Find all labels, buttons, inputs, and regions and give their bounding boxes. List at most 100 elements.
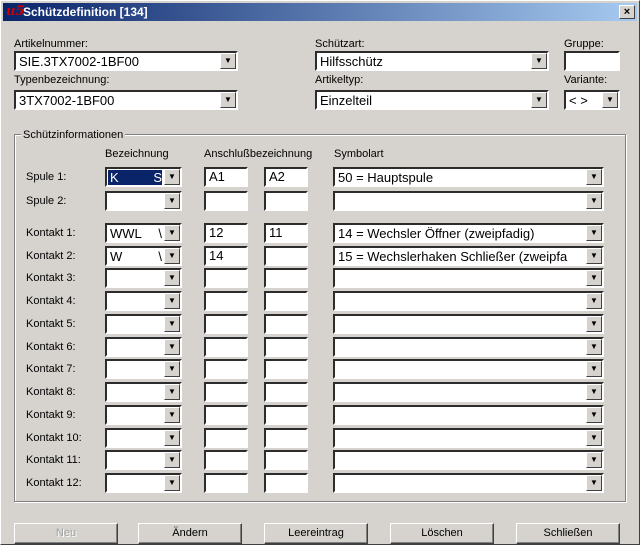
chevron-down-icon[interactable]: ▼	[602, 92, 618, 108]
anschluss-1-input[interactable]	[204, 337, 248, 357]
bezeichnung-combo[interactable]: ▼	[105, 359, 182, 379]
chevron-down-icon[interactable]: ▼	[586, 475, 602, 491]
artikeltyp-combo[interactable]: Einzelteil ▼	[315, 90, 549, 110]
loeschen-button[interactable]: Löschen	[390, 523, 494, 544]
chevron-down-icon[interactable]: ▼	[220, 92, 236, 108]
anschluss-1-input[interactable]	[204, 382, 248, 402]
anschluss-1-input[interactable]	[204, 191, 248, 211]
anschluss-2-input[interactable]	[264, 291, 308, 311]
anschluss-2-input[interactable]	[264, 314, 308, 334]
symbolart-combo[interactable]: ▼	[333, 405, 604, 425]
bezeichnung-combo[interactable]: ▼	[105, 337, 182, 357]
symbolart-combo[interactable]: ▼	[333, 428, 604, 448]
symbolart-combo[interactable]: 50 = Hauptspule ▼	[333, 167, 604, 187]
bezeichnung-combo[interactable]: ▼	[105, 405, 182, 425]
bezeichnung-combo[interactable]: ▼	[105, 473, 182, 493]
chevron-down-icon[interactable]: ▼	[164, 361, 180, 377]
chevron-down-icon[interactable]: ▼	[531, 53, 547, 69]
symbolart-combo[interactable]: 14 = Wechsler Öffner (zweipfadig) ▼	[333, 223, 604, 243]
symbolart-combo[interactable]: ▼	[333, 314, 604, 334]
typenbezeichnung-combo[interactable]: 3TX7002-1BF00 ▼	[14, 90, 238, 110]
anschluss-2-input[interactable]	[264, 268, 308, 288]
symbolart-combo[interactable]: ▼	[333, 450, 604, 470]
symbolart-combo[interactable]: ▼	[333, 337, 604, 357]
bezeichnung-combo[interactable]: ▼	[105, 382, 182, 402]
symbolart-combo[interactable]: 15 = Wechslerhaken Schließer (zweipfa ▼	[333, 246, 604, 266]
chevron-down-icon[interactable]: ▼	[164, 169, 180, 185]
bezeichnung-combo[interactable]: KS ▼	[105, 167, 182, 187]
chevron-down-icon[interactable]: ▼	[531, 92, 547, 108]
bezeichnung-combo[interactable]: ▼	[105, 428, 182, 448]
chevron-down-icon[interactable]: ▼	[164, 430, 180, 446]
chevron-down-icon[interactable]: ▼	[164, 339, 180, 355]
chevron-down-icon[interactable]: ▼	[220, 53, 236, 69]
anschluss-1-input[interactable]: A1	[204, 167, 248, 187]
chevron-down-icon[interactable]: ▼	[586, 248, 602, 264]
chevron-down-icon[interactable]: ▼	[164, 384, 180, 400]
symbolart-combo[interactable]: ▼	[333, 359, 604, 379]
bezeichnung-combo[interactable]: ▼	[105, 291, 182, 311]
bezeichnung-combo[interactable]: ▼	[105, 268, 182, 288]
chevron-down-icon[interactable]: ▼	[586, 384, 602, 400]
chevron-down-icon[interactable]: ▼	[586, 430, 602, 446]
chevron-down-icon[interactable]: ▼	[586, 193, 602, 209]
anschluss-1-input[interactable]	[204, 473, 248, 493]
anschluss-2-input[interactable]: A2	[264, 167, 308, 187]
chevron-down-icon[interactable]: ▼	[586, 407, 602, 423]
neu-button[interactable]: Neu	[14, 523, 118, 544]
variante-combo[interactable]: < > ▼	[564, 90, 620, 110]
anschluss-2-input[interactable]	[264, 405, 308, 425]
bezeichnung-combo[interactable]: ▼	[105, 191, 182, 211]
anschluss-2-input[interactable]	[264, 382, 308, 402]
chevron-down-icon[interactable]: ▼	[586, 339, 602, 355]
chevron-down-icon[interactable]: ▼	[164, 225, 180, 241]
chevron-down-icon[interactable]: ▼	[164, 475, 180, 491]
chevron-down-icon[interactable]: ▼	[164, 316, 180, 332]
chevron-down-icon[interactable]: ▼	[164, 193, 180, 209]
chevron-down-icon[interactable]: ▼	[164, 407, 180, 423]
symbolart-combo[interactable]: ▼	[333, 268, 604, 288]
close-button[interactable]: ×	[619, 5, 635, 19]
symbolart-combo[interactable]: ▼	[333, 382, 604, 402]
anschluss-2-input[interactable]	[264, 191, 308, 211]
anschluss-2-input[interactable]	[264, 450, 308, 470]
bezeichnung-combo[interactable]: W \ ▼	[105, 246, 182, 266]
chevron-down-icon[interactable]: ▼	[586, 316, 602, 332]
anschluss-1-input[interactable]	[204, 450, 248, 470]
bezeichnung-combo[interactable]: ▼	[105, 450, 182, 470]
artikelnummer-combo[interactable]: SIE.3TX7002-1BF00 ▼	[14, 51, 238, 71]
anschluss-1-input[interactable]: 12	[204, 223, 248, 243]
aendern-button[interactable]: Ändern	[138, 523, 242, 544]
anschluss-1-input[interactable]	[204, 314, 248, 334]
anschluss-2-input[interactable]: 11	[264, 223, 308, 243]
anschluss-1-input[interactable]: 14	[204, 246, 248, 266]
anschluss-1-input[interactable]	[204, 428, 248, 448]
schliessen-button[interactable]: Schließen	[516, 523, 620, 544]
anschluss-1-input[interactable]	[204, 359, 248, 379]
anschluss-2-input[interactable]	[264, 337, 308, 357]
symbolart-combo[interactable]: ▼	[333, 473, 604, 493]
anschluss-1-input[interactable]	[204, 405, 248, 425]
chevron-down-icon[interactable]: ▼	[586, 270, 602, 286]
schuetzart-combo[interactable]: Hilfsschütz ▼	[315, 51, 549, 71]
chevron-down-icon[interactable]: ▼	[586, 293, 602, 309]
anschluss-2-input[interactable]	[264, 473, 308, 493]
bezeichnung-combo[interactable]: WWL \ ▼	[105, 223, 182, 243]
chevron-down-icon[interactable]: ▼	[586, 169, 602, 185]
gruppe-input[interactable]	[564, 51, 620, 71]
leereintrag-button[interactable]: Leereintrag	[264, 523, 368, 544]
symbolart-combo[interactable]: ▼	[333, 191, 604, 211]
chevron-down-icon[interactable]: ▼	[164, 248, 180, 264]
anschluss-1-input[interactable]	[204, 268, 248, 288]
anschluss-2-input[interactable]	[264, 359, 308, 379]
title-bar[interactable]: u5 Schützdefinition [134] ×	[3, 3, 637, 21]
chevron-down-icon[interactable]: ▼	[586, 452, 602, 468]
bezeichnung-combo[interactable]: ▼	[105, 314, 182, 334]
chevron-down-icon[interactable]: ▼	[164, 293, 180, 309]
anschluss-2-input[interactable]	[264, 428, 308, 448]
chevron-down-icon[interactable]: ▼	[586, 225, 602, 241]
anschluss-1-input[interactable]	[204, 291, 248, 311]
chevron-down-icon[interactable]: ▼	[164, 270, 180, 286]
chevron-down-icon[interactable]: ▼	[164, 452, 180, 468]
chevron-down-icon[interactable]: ▼	[586, 361, 602, 377]
